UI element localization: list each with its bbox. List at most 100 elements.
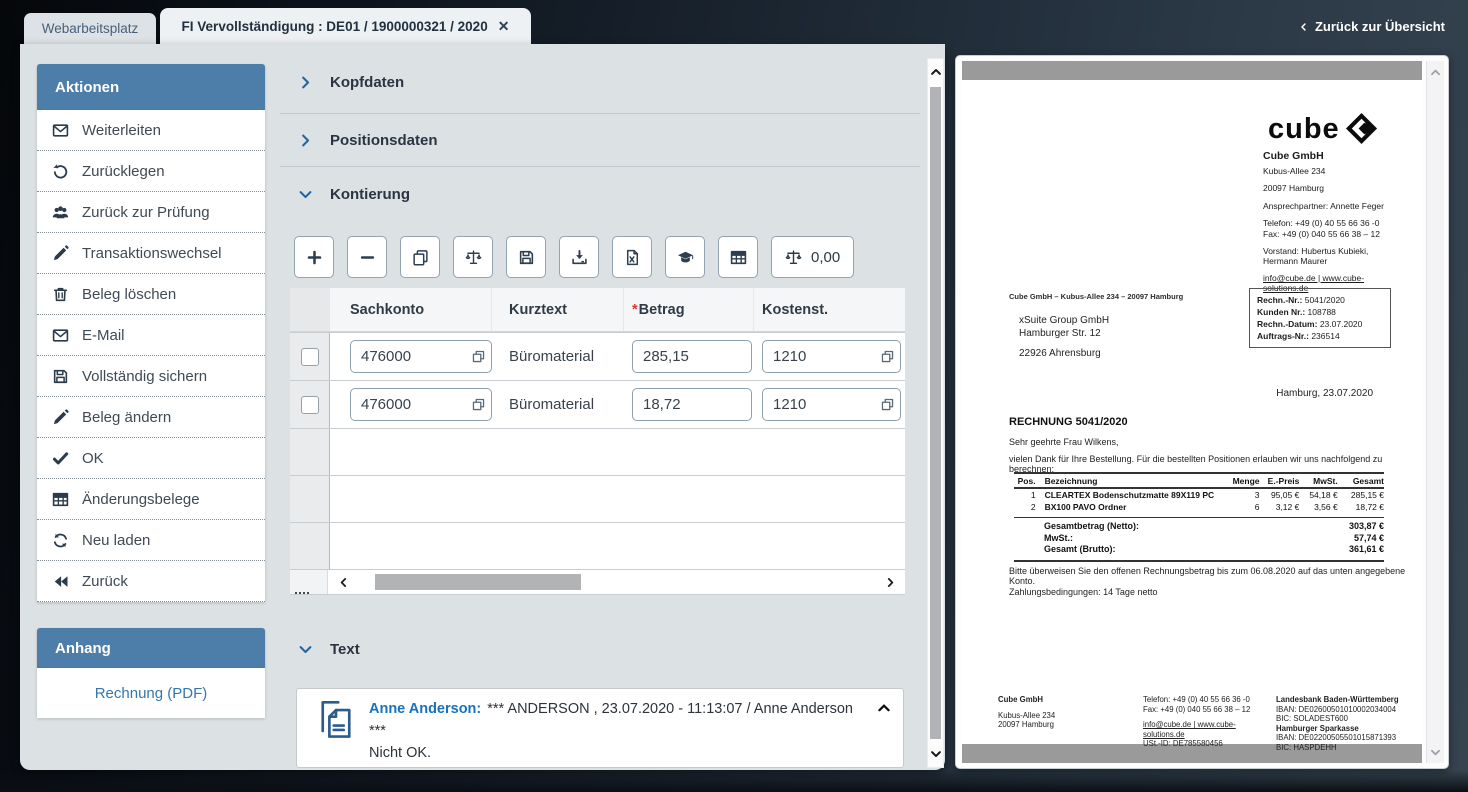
mail-icon xyxy=(52,122,69,139)
actions-title: Aktionen xyxy=(55,79,119,96)
pdf-scrollbar[interactable] xyxy=(1426,61,1444,763)
action-zurueck[interactable]: Zurück xyxy=(37,561,265,602)
download-icon xyxy=(571,249,588,266)
remove-row-button[interactable] xyxy=(347,236,387,278)
download-button[interactable] xyxy=(559,236,599,278)
vertical-scrollbar[interactable] xyxy=(927,58,944,768)
add-row-button[interactable] xyxy=(294,236,334,278)
table-row: Büromaterial xyxy=(290,332,905,380)
refresh-icon xyxy=(52,532,69,549)
action-neu-laden[interactable]: Neu laden xyxy=(37,520,265,561)
balance-indicator[interactable]: 0,00 xyxy=(771,236,854,278)
pdf-scroll-down-button[interactable] xyxy=(1427,743,1444,761)
scroll-left-button[interactable] xyxy=(328,570,358,594)
sachkonto-input[interactable] xyxy=(350,388,492,421)
save-template-button[interactable] xyxy=(506,236,546,278)
actions-panel-header: Aktionen xyxy=(37,64,265,110)
action-beleg-loeschen[interactable]: Beleg löschen xyxy=(37,274,265,315)
scroll-up-icon[interactable] xyxy=(877,701,891,715)
betrag-input[interactable] xyxy=(632,388,752,421)
table-icon xyxy=(52,491,69,508)
section-text[interactable]: Text xyxy=(280,629,920,669)
action-beleg-aendern[interactable]: Beleg ändern xyxy=(37,397,265,438)
kurztext-value: Büromaterial xyxy=(509,348,594,365)
value-help-icon[interactable] xyxy=(881,398,894,411)
pdf-viewer-panel: cube Cube GmbH Kubus-Allee 234 20097 Ham… xyxy=(955,55,1449,769)
learning-button[interactable] xyxy=(665,236,705,278)
scroll-up-button[interactable] xyxy=(928,61,943,83)
row-checkbox[interactable] xyxy=(301,348,319,366)
back-to-overview-link[interactable]: Zurück zur Übersicht xyxy=(1299,19,1445,34)
resize-grip[interactable] xyxy=(293,590,311,596)
value-help-icon[interactable] xyxy=(472,350,485,363)
copy-row-button[interactable] xyxy=(400,236,440,278)
tab-fi-vervollstaendigung[interactable]: FI Vervollständigung : DE01 / 1900000321… xyxy=(160,8,531,44)
action-label: Transaktionswechsel xyxy=(82,245,222,262)
scroll-down-button[interactable] xyxy=(928,743,943,765)
attachment-link-rechnung-pdf[interactable]: Rechnung (PDF) xyxy=(95,685,208,702)
tab-webarbeitsplatz[interactable]: Webarbeitsplatz xyxy=(24,13,156,44)
scrollbar-track[interactable] xyxy=(358,570,875,594)
betrag-input[interactable] xyxy=(632,340,752,373)
table-row: Büromaterial xyxy=(290,380,905,428)
table-icon xyxy=(730,249,747,266)
horizontal-scrollbar xyxy=(290,569,905,594)
chevron-down-icon xyxy=(1430,747,1441,758)
scrollbar-thumb[interactable] xyxy=(930,87,941,739)
footer-company-column: Cube GmbH Kubus-Allee 234 20097 Hamburg xyxy=(998,695,1098,730)
tab-label: FI Vervollständigung : DE01 / 1900000321… xyxy=(182,19,488,34)
pencil-icon xyxy=(52,409,69,426)
action-label: Beleg löschen xyxy=(82,286,176,303)
balance-scale-icon xyxy=(465,249,482,266)
action-transaktionswechsel[interactable]: Transaktionswechsel xyxy=(37,233,265,274)
company-city: 20097 Hamburg xyxy=(1263,184,1389,194)
scrollbar-thumb[interactable] xyxy=(375,574,581,590)
cube-logo: cube xyxy=(1268,112,1378,145)
value-help-icon[interactable] xyxy=(881,350,894,363)
row-checkbox[interactable] xyxy=(301,396,319,414)
action-zurueck-zur-pruefung[interactable]: Zurück zur Prüfung xyxy=(37,192,265,233)
sender-line: Cube GmbH – Kubus-Allee 234 – 20097 Hamb… xyxy=(1009,292,1183,301)
balance-button[interactable] xyxy=(453,236,493,278)
company-contact: Ansprechpartner: Annette Feger xyxy=(1263,202,1389,212)
footer-contact-column: Telefon: +49 (0) 40 55 66 36 -0 Fax: +49… xyxy=(1143,695,1273,749)
attachment-panel: Anhang Rechnung (PDF) xyxy=(37,628,265,718)
trash-icon xyxy=(52,286,69,303)
company-name: Cube GmbH xyxy=(1263,152,1389,162)
action-weiterleiten[interactable]: Weiterleiten xyxy=(37,110,265,151)
table-view-button[interactable] xyxy=(718,236,758,278)
back-link-label: Zurück zur Übersicht xyxy=(1315,19,1445,34)
pdf-scroll-up-button[interactable] xyxy=(1427,63,1444,81)
column-header-kurztext: Kurztext xyxy=(492,288,624,331)
action-zuruecklegen[interactable]: Zurücklegen xyxy=(37,151,265,192)
chevron-right-icon xyxy=(298,133,313,148)
invoice-info-box: Rechn.-Nr.: 5041/2020 Kunden Nr.: 108788… xyxy=(1249,288,1391,348)
recipient-address: xSuite Group GmbH Hamburger Str. 12 2292… xyxy=(1019,314,1109,360)
sachkonto-input[interactable] xyxy=(350,340,492,373)
pdf-toolbar-strip xyxy=(962,61,1422,80)
balance-scale-icon xyxy=(785,249,802,266)
sidebar: Aktionen Weiterleiten Zurücklegen Zurück… xyxy=(37,64,265,718)
comment-body: Anne Anderson:*** ANDERSON , 23.07.2020 … xyxy=(369,698,863,768)
section-positionsdaten[interactable]: Positionsdaten xyxy=(280,114,920,167)
pencil-icon xyxy=(52,245,69,262)
action-email[interactable]: E-Mail xyxy=(37,315,265,356)
excel-export-button[interactable] xyxy=(612,236,652,278)
action-ok[interactable]: OK xyxy=(37,438,265,479)
kurztext-value: Büromaterial xyxy=(509,396,594,413)
balance-value: 0,00 xyxy=(811,249,840,266)
action-vollstaendig-sichern[interactable]: Vollständig sichern xyxy=(37,356,265,397)
scroll-right-button[interactable] xyxy=(875,570,905,594)
close-tab-icon[interactable]: ✕ xyxy=(498,18,510,35)
copy-icon xyxy=(412,249,429,266)
invoice-title: RECHNUNG 5041/2020 xyxy=(1009,416,1128,428)
invoice-item-row: 2 BX100 PAVO Ordner 6 3,12 € 3,56 € 18,7… xyxy=(1014,501,1384,513)
select-all-header xyxy=(290,288,330,331)
value-help-icon[interactable] xyxy=(472,398,485,411)
section-kopfdaten[interactable]: Kopfdaten xyxy=(280,52,920,114)
action-label: Beleg ändern xyxy=(82,409,171,426)
recipient-city: 22926 Ahrensburg xyxy=(1019,347,1109,360)
section-kontierung[interactable]: Kontierung xyxy=(280,167,920,222)
action-label: Zurück zur Prüfung xyxy=(82,204,210,221)
action-aenderungsbelege[interactable]: Änderungsbelege xyxy=(37,479,265,520)
